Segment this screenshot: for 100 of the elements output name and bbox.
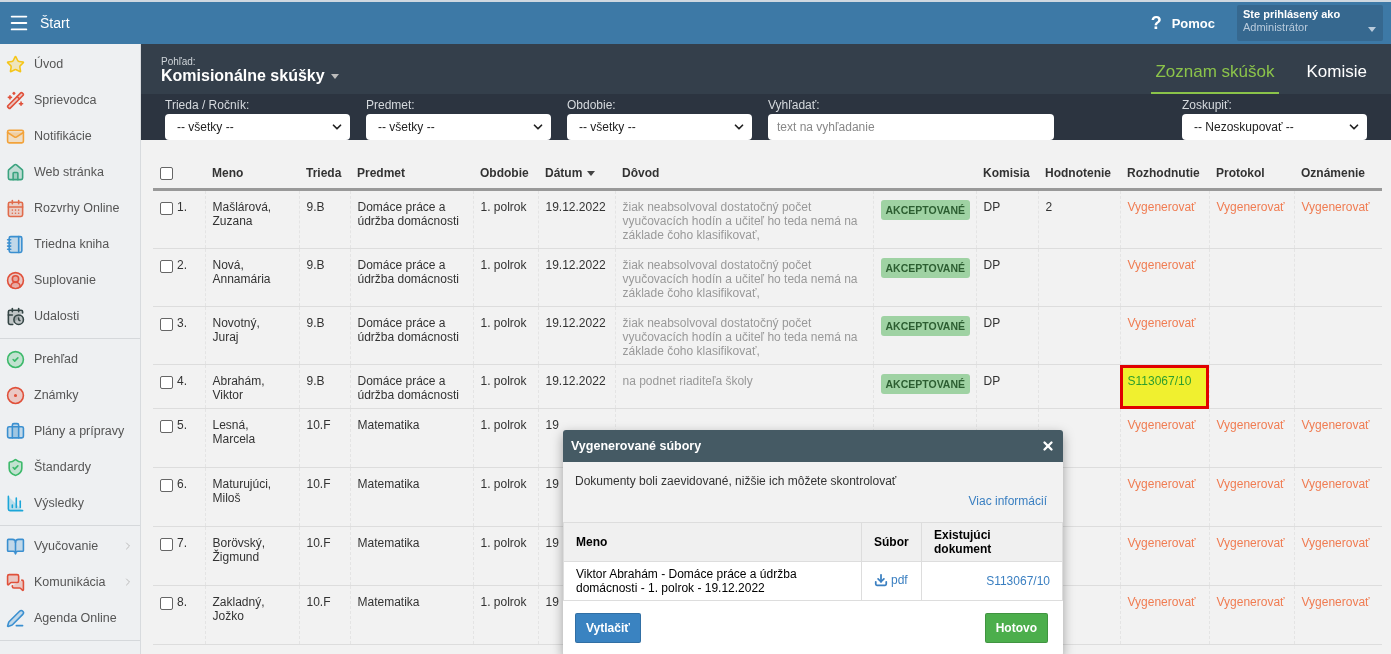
date-cell: 19.12.2022 bbox=[545, 200, 606, 215]
subject-cell: Matematika bbox=[357, 595, 420, 610]
close-icon[interactable] bbox=[1041, 439, 1055, 453]
sidebar-item[interactable]: Sprievodca bbox=[0, 82, 140, 118]
row-checkbox[interactable] bbox=[160, 259, 173, 273]
row-number: 8. bbox=[177, 595, 187, 610]
status-badge: AKCEPTOVANÉ bbox=[880, 200, 971, 221]
student-name: Novotný, Juraj bbox=[212, 316, 261, 345]
help-link[interactable]: Pomoc bbox=[1171, 15, 1215, 31]
column-header[interactable]: Komisia bbox=[983, 166, 1030, 181]
filter-select[interactable]: -- všetky -- bbox=[165, 114, 350, 140]
period-cell: 1. polrok bbox=[480, 595, 527, 610]
mail-icon bbox=[6, 126, 25, 146]
sidebar-item[interactable]: Prehľad bbox=[0, 341, 140, 377]
row-checkbox[interactable] bbox=[160, 596, 173, 610]
view-title[interactable]: Komisionálne skúšky bbox=[161, 67, 325, 85]
sidebar-item[interactable]: Úvod bbox=[0, 46, 140, 82]
filter-select[interactable]: -- všetky -- bbox=[366, 114, 551, 140]
sidebar-item[interactable]: Suplovanie bbox=[0, 262, 140, 298]
reason-text: na podnet riaditeľa školy bbox=[622, 374, 753, 389]
circle-icon bbox=[6, 385, 25, 405]
row-number: 2. bbox=[177, 258, 187, 273]
period-cell: 1. polrok bbox=[480, 536, 527, 551]
column-header[interactable]: Dátum bbox=[545, 166, 583, 181]
select-all-checkbox[interactable] bbox=[160, 167, 173, 181]
filter-label: Vyhľadať: bbox=[768, 98, 821, 112]
status-badge: AKCEPTOVANÉ bbox=[880, 258, 971, 279]
subject-cell: Domáce práce a údržba domácnosti bbox=[357, 316, 459, 345]
column-header[interactable]: Protokol bbox=[1216, 166, 1265, 181]
column-header[interactable]: Dôvod bbox=[622, 166, 660, 181]
sidebar-item[interactable]: Komunikácia bbox=[0, 564, 140, 600]
caret-icon[interactable] bbox=[330, 73, 339, 79]
class-cell: 10.F bbox=[306, 536, 331, 551]
user-icon bbox=[6, 270, 25, 290]
column-header[interactable]: Rozhodnutie bbox=[1127, 166, 1200, 181]
class-cell: 10.F bbox=[306, 418, 331, 433]
filter-label: Obdobie: bbox=[567, 98, 617, 112]
reason-text: žiak neabsolvoval dostatočný počet vyučovacích hodín a učiteľ ho teda nemá na základe čoho klasifikovať, bbox=[622, 200, 858, 243]
sidebar-item[interactable]: Vyučovanie bbox=[0, 528, 140, 564]
student-name: Abrahám, Viktor bbox=[212, 374, 266, 403]
sidebar-item[interactable]: Výsledky bbox=[0, 485, 140, 521]
user-menu[interactable]: Ste prihlásený ako Administrátor bbox=[1237, 5, 1383, 41]
class-cell: 9.B bbox=[306, 200, 325, 215]
column-header[interactable]: Trieda bbox=[306, 166, 342, 181]
sidebar-item[interactable]: Notifikácie bbox=[0, 118, 140, 154]
shield-icon bbox=[6, 457, 25, 477]
download-icon bbox=[874, 572, 888, 587]
column-header: Existujúci dokument bbox=[934, 528, 992, 556]
period-cell: 1. polrok bbox=[480, 258, 527, 273]
sort-caret-icon bbox=[587, 171, 596, 177]
row-number: 1. bbox=[177, 200, 187, 215]
class-cell: 10.F bbox=[306, 595, 331, 610]
sidebar-item[interactable]: Agenda Online bbox=[0, 600, 140, 636]
document-name: Viktor Abrahám - Domáce práce a údržba domácnosti - 1. polrok - 19.12.2022 bbox=[576, 567, 797, 595]
tab[interactable]: Komisie bbox=[1302, 62, 1371, 94]
column-header[interactable]: Predmet bbox=[357, 166, 406, 181]
calendar-icon bbox=[6, 198, 25, 218]
period-cell: 1. polrok bbox=[480, 374, 527, 389]
column-header[interactable]: Oznámenie bbox=[1301, 166, 1366, 181]
commission-cell: DP bbox=[983, 200, 1001, 215]
column-header: Meno bbox=[576, 535, 608, 549]
sidebar-item[interactable]: Štandardy bbox=[0, 449, 140, 485]
period-cell: 1. polrok bbox=[480, 418, 527, 433]
sidebar-item[interactable]: Rozvrhy Online bbox=[0, 190, 140, 226]
date-cell: 19 bbox=[545, 536, 559, 551]
row-checkbox[interactable] bbox=[160, 478, 173, 492]
class-cell: 10.F bbox=[306, 477, 331, 492]
subject-cell: Matematika bbox=[357, 477, 420, 492]
date-cell: 19.12.2022 bbox=[545, 316, 606, 331]
student-name: Maturujúci, Miloš bbox=[212, 477, 273, 506]
filter-select[interactable]: -- Nezoskupovať -- bbox=[1182, 114, 1367, 140]
row-checkbox[interactable] bbox=[160, 375, 173, 389]
filter-select[interactable]: -- všetky -- bbox=[567, 114, 752, 140]
check-circle-icon bbox=[6, 349, 25, 369]
sidebar-item[interactable]: Známky bbox=[0, 377, 140, 413]
sidebar-item[interactable]: Udalosti bbox=[0, 298, 140, 334]
date-cell: 19.12.2022 bbox=[545, 258, 606, 273]
sidebar-item[interactable]: Web stránka bbox=[0, 154, 140, 190]
caret-icon bbox=[1368, 27, 1376, 32]
reason-text: žiak neabsolvoval dostatočný počet vyučovacích hodín a učiteľ ho teda nemá na základe čoho klasifikovať, bbox=[622, 258, 858, 301]
row-checkbox[interactable] bbox=[160, 537, 173, 551]
column-header[interactable]: Hodnotenie bbox=[1045, 166, 1111, 181]
grade-cell: 2 bbox=[1045, 200, 1053, 215]
subject-cell: Domáce práce a údržba domácnosti bbox=[357, 258, 459, 287]
student-name: Zakladný, Jožko bbox=[212, 595, 266, 624]
search-field[interactable]: text na vyhľadanie bbox=[768, 114, 1054, 140]
dialog-message: Dokumenty boli zaevidované, nižšie ich môžete skontrolovať bbox=[574, 474, 898, 488]
sidebar-item[interactable]: Plány a prípravy bbox=[0, 413, 140, 449]
sidebar-item[interactable]: Triedna kniha bbox=[0, 226, 140, 262]
print-button[interactable]: Vytlačiť bbox=[575, 613, 641, 643]
row-number: 6. bbox=[177, 477, 187, 492]
status-badge: AKCEPTOVANÉ bbox=[880, 316, 971, 337]
row-checkbox[interactable] bbox=[160, 419, 173, 433]
more-info-link[interactable]: Viac informácií bbox=[563, 488, 1063, 522]
class-cell: 9.B bbox=[306, 258, 325, 273]
book-icon bbox=[6, 536, 25, 556]
column-header[interactable]: Meno bbox=[212, 166, 244, 181]
row-checkbox[interactable] bbox=[160, 317, 173, 331]
column-header[interactable]: Obdobie bbox=[480, 166, 529, 181]
row-checkbox[interactable] bbox=[160, 201, 173, 215]
